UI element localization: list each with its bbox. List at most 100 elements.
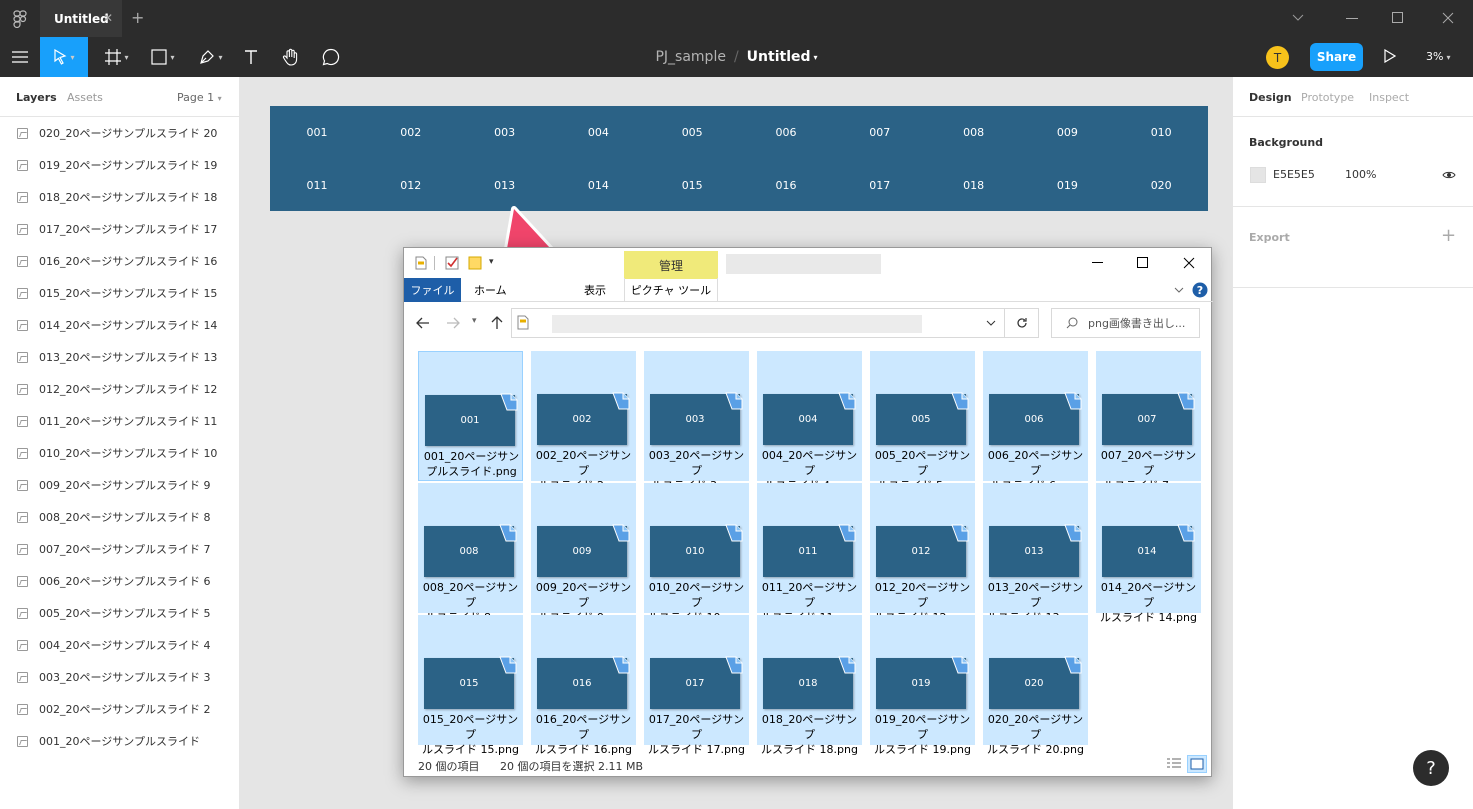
maximize-icon[interactable] <box>1392 12 1404 24</box>
file-item[interactable]: 018 018_20ページサンプ ルスライド 18.png <box>757 615 862 756</box>
file-item[interactable]: 003003_20ページサンプルスライド 3.png <box>644 351 749 492</box>
file-item[interactable]: 004004_20ページサンプルスライド 4.png <box>757 351 862 492</box>
present-play-icon[interactable] <box>1384 49 1396 63</box>
close-window-icon[interactable] <box>1183 257 1195 269</box>
layer-item[interactable]: 004_20ページサンプルスライド 4 <box>0 629 239 661</box>
tab-assets[interactable]: Assets <box>67 91 103 104</box>
refresh-button[interactable] <box>1005 308 1039 338</box>
add-export-icon[interactable]: + <box>1441 225 1456 246</box>
layer-item[interactable]: 002_20ページサンプルスライド 2 <box>0 693 239 725</box>
layer-item[interactable]: 001_20ページサンプルスライド <box>0 725 239 757</box>
layer-item[interactable]: 016_20ページサンプルスライド 16 <box>0 245 239 277</box>
figma-logo-icon[interactable] <box>13 10 27 28</box>
layer-item[interactable]: 015_20ページサンプルスライド 15 <box>0 277 239 309</box>
file-item[interactable]: 013013_20ページサンプルスライド 13.png <box>983 483 1088 624</box>
file-item[interactable]: 016 016_20ページサンプ ルスライド 16.png <box>531 615 636 756</box>
file-item[interactable]: 012012_20ページサンプルスライド 12.png <box>870 483 975 624</box>
frame-image-icon <box>17 703 28 715</box>
close-tab-icon[interactable]: ✕ <box>103 11 113 25</box>
recent-locations-icon[interactable]: ▾ <box>472 316 477 326</box>
tab-home[interactable]: ホーム <box>474 278 507 302</box>
tab-layers[interactable]: Layers <box>16 91 57 104</box>
file-item[interactable]: 015 015_20ページサンプ ルスライド 15.png <box>418 615 523 756</box>
layer-item[interactable]: 007_20ページサンプルスライド 7 <box>0 533 239 565</box>
layer-item[interactable]: 013_20ページサンプルスライド 13 <box>0 341 239 373</box>
file-item[interactable]: 010010_20ページサンプルスライド 10.png <box>644 483 749 624</box>
avatar[interactable]: T <box>1266 46 1289 69</box>
new-folder-icon[interactable] <box>468 255 482 270</box>
details-view-icon[interactable] <box>1166 757 1182 771</box>
file-item[interactable]: 017 017_20ページサンプ ルスライド 17.png <box>644 615 749 756</box>
layer-item[interactable]: 005_20ページサンプルスライド 5 <box>0 597 239 629</box>
minimize-icon[interactable] <box>1346 18 1358 20</box>
up-arrow-icon[interactable] <box>491 316 503 330</box>
chevron-down-icon[interactable] <box>1292 14 1304 22</box>
file-name-line: 019_20ページサンプ <box>874 713 971 741</box>
background-opacity[interactable]: 100% <box>1345 168 1376 181</box>
layer-item[interactable]: 020_20ページサンプルスライド 20 <box>0 117 239 149</box>
page-selector[interactable]: Page 1 ▾ <box>177 91 222 104</box>
close-window-icon[interactable] <box>1442 12 1454 24</box>
layer-item[interactable]: 009_20ページサンプルスライド 9 <box>0 469 239 501</box>
layer-item[interactable]: 014_20ページサンプルスライド 14 <box>0 309 239 341</box>
zoom-dropdown[interactable]: 3% ▾ <box>1426 50 1450 63</box>
corner-badge-icon <box>725 392 743 410</box>
file-name[interactable]: Untitled <box>747 49 811 65</box>
maximize-icon[interactable] <box>1137 257 1148 268</box>
corner-badge-icon <box>1177 524 1195 542</box>
thumbnail-label: 014 <box>1137 546 1157 557</box>
back-arrow-icon[interactable] <box>416 317 430 329</box>
background-hex[interactable]: E5E5E5 <box>1273 168 1315 181</box>
eye-icon[interactable] <box>1442 170 1456 180</box>
layer-item[interactable]: 019_20ページサンプルスライド 19 <box>0 149 239 181</box>
file-item[interactable]: 001 001_20ページサン プルスライド.png <box>418 351 523 481</box>
canvas-frame[interactable]: 001 002 003 004 005 006 007 008 009 010 011 012 013 0… <box>270 106 1208 211</box>
layer-item[interactable]: 018_20ページサンプルスライド 18 <box>0 181 239 213</box>
help-button[interactable]: ? <box>1413 750 1449 786</box>
project-name[interactable]: PJ_sample <box>655 49 725 65</box>
file-item[interactable]: 011011_20ページサンプルスライド 11.png <box>757 483 862 624</box>
layer-item[interactable]: 012_20ページサンプルスライド 12 <box>0 373 239 405</box>
folder-properties-icon[interactable] <box>414 256 428 270</box>
forward-arrow-icon[interactable] <box>446 317 460 329</box>
share-button[interactable]: Share <box>1310 43 1363 71</box>
tab-file[interactable]: ファイル <box>404 278 461 302</box>
file-item[interactable]: 006006_20ページサンプルスライド 6.png <box>983 351 1088 492</box>
address-dropdown-icon[interactable] <box>986 320 996 326</box>
file-item[interactable]: 020 020_20ページサンプ ルスライド 20.png <box>983 615 1088 756</box>
tab-prototype[interactable]: Prototype <box>1301 91 1354 104</box>
layer-item[interactable]: 011_20ページサンプルスライド 11 <box>0 405 239 437</box>
search-box[interactable]: png画像書き出し... <box>1051 308 1200 338</box>
tab-design[interactable]: Design <box>1249 91 1292 104</box>
layer-item[interactable]: 010_20ページサンプルスライド 10 <box>0 437 239 469</box>
layer-item[interactable]: 017_20ページサンプルスライド 17 <box>0 213 239 245</box>
help-icon[interactable]: ? <box>1192 282 1208 298</box>
large-icons-view-icon[interactable] <box>1187 755 1207 773</box>
qat-divider <box>434 256 435 270</box>
ribbon-expand-chevron-icon[interactable] <box>1174 287 1184 293</box>
file-item[interactable]: 008008_20ページサンプルスライド 8.png <box>418 483 523 624</box>
file-item[interactable]: 007007_20ページサンプルスライド 7.png <box>1096 351 1201 492</box>
file-item[interactable]: 005005_20ページサンプルスライド 5.png <box>870 351 975 492</box>
layer-item[interactable]: 008_20ページサンプルスライド 8 <box>0 501 239 533</box>
frame-image-icon <box>17 159 28 171</box>
file-item[interactable]: 009009_20ページサンプルスライド 9.png <box>531 483 636 624</box>
manage-tab[interactable]: 管理 <box>624 251 718 279</box>
file-menu-chevron-icon[interactable]: ▾ <box>814 53 818 62</box>
file-item[interactable]: 014 014_20ページサンプ ルスライド 14.png <box>1096 483 1201 624</box>
background-swatch[interactable] <box>1250 167 1266 183</box>
file-item[interactable]: 019 019_20ページサンプ ルスライド 19.png <box>870 615 975 756</box>
qat-dropdown-icon[interactable]: ▾ <box>489 257 494 267</box>
minimize-icon[interactable] <box>1092 262 1103 264</box>
export-section: Export + <box>1233 207 1473 288</box>
layer-item[interactable]: 003_20ページサンプルスライド 3 <box>0 661 239 693</box>
tab-view[interactable]: 表示 <box>584 278 606 302</box>
add-tab-icon[interactable]: + <box>131 8 144 27</box>
layer-item[interactable]: 006_20ページサンプルスライド 6 <box>0 565 239 597</box>
address-bar[interactable] <box>511 308 1005 338</box>
file-item[interactable]: 002002_20ページサンプルスライド 2.png <box>531 351 636 492</box>
checklist-icon[interactable] <box>445 255 460 270</box>
tab-picture-tools[interactable]: ピクチャ ツール <box>624 278 718 302</box>
frame-slide-label: 005 <box>681 126 703 139</box>
tab-inspect[interactable]: Inspect <box>1369 91 1409 104</box>
